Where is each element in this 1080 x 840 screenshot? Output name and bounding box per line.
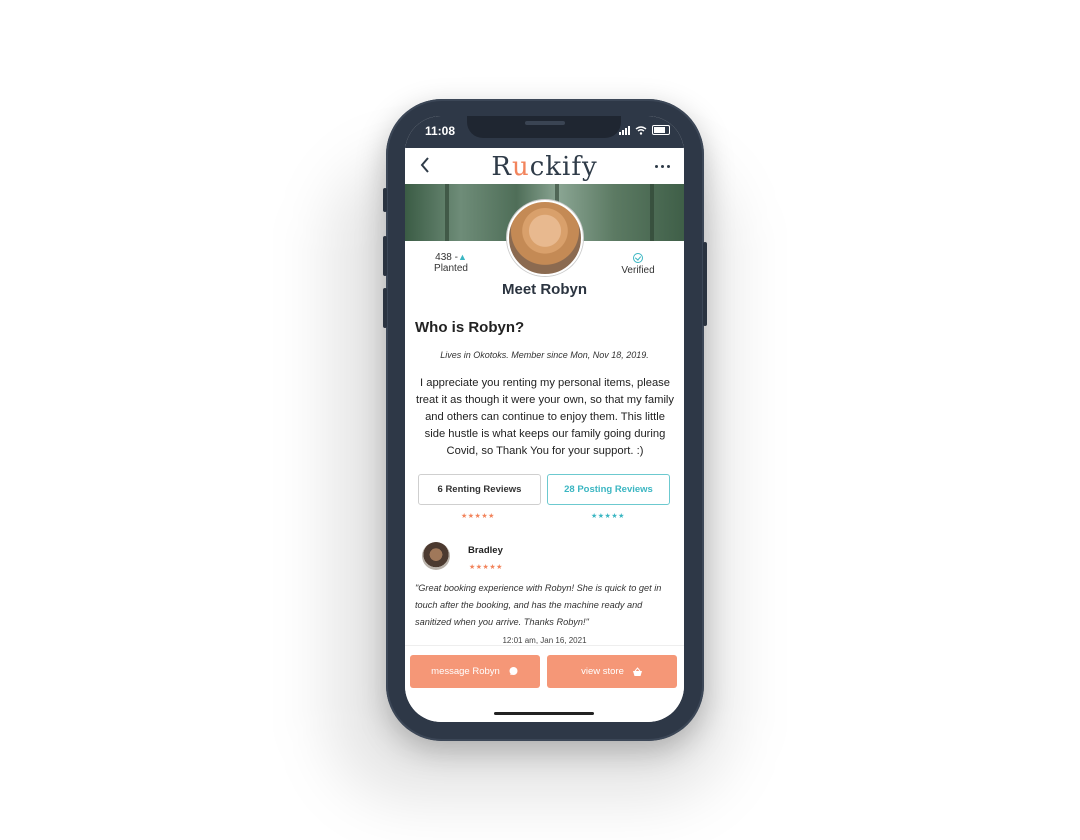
tab-renting-reviews[interactable]: 6 Renting Reviews: [418, 474, 541, 505]
silent-switch: [383, 188, 387, 212]
verified-check-icon: [633, 253, 643, 263]
renting-rating-stars: ★★★★★: [461, 513, 495, 520]
status-bar: 11:08: [405, 116, 684, 148]
volume-down-button: [383, 288, 387, 328]
basket-icon: [632, 666, 642, 676]
home-indicator[interactable]: [494, 712, 594, 715]
view-store-button-label: view store: [581, 666, 624, 677]
planted-stat: 438 -▲ Planted: [434, 252, 468, 274]
posting-rating-stars: ★★★★★: [591, 513, 625, 520]
verified-stat: Verified: [613, 252, 663, 276]
reviewer-name: Bradley: [468, 545, 503, 556]
more-options-icon[interactable]: [655, 165, 670, 168]
status-icons: [619, 125, 670, 135]
volume-up-button: [383, 236, 387, 276]
message-button[interactable]: message Robyn: [410, 655, 540, 688]
review-text: "Great booking experience with Robyn! Sh…: [415, 583, 662, 627]
tree-icon: ▲: [457, 252, 467, 262]
reviewer-avatar: [422, 542, 450, 570]
power-button: [703, 242, 707, 326]
profile-avatar: [507, 200, 583, 276]
review-date: 12:01 am, Jan 16, 2021: [502, 636, 587, 645]
app-bar: Ruckify: [405, 148, 684, 184]
phone-screen: 11:08 Ruckify 438 -▲ Planted Verified Me…: [405, 116, 684, 722]
status-time: 11:08: [425, 124, 456, 138]
bio-text: I appreciate you renting my personal ite…: [415, 377, 675, 457]
chat-bubble-icon: [509, 667, 518, 675]
notch: [467, 116, 621, 138]
about-heading: Who is Robyn?: [415, 319, 525, 336]
tab-posting-reviews[interactable]: 28 Posting Reviews: [547, 474, 670, 505]
speaker: [525, 121, 565, 125]
battery-icon: [652, 125, 670, 135]
message-button-label: message Robyn: [431, 666, 500, 677]
profile-name: Meet Robyn: [501, 281, 587, 298]
wifi-icon: [635, 125, 647, 135]
signal-icon: [619, 125, 630, 135]
member-info: Lives in Okotoks. Member since Mon, Nov …: [440, 350, 649, 360]
review-stars: ★★★★★: [469, 564, 503, 571]
ruckify-logo: Ruckify: [491, 152, 598, 182]
view-store-button[interactable]: view store: [547, 655, 677, 688]
